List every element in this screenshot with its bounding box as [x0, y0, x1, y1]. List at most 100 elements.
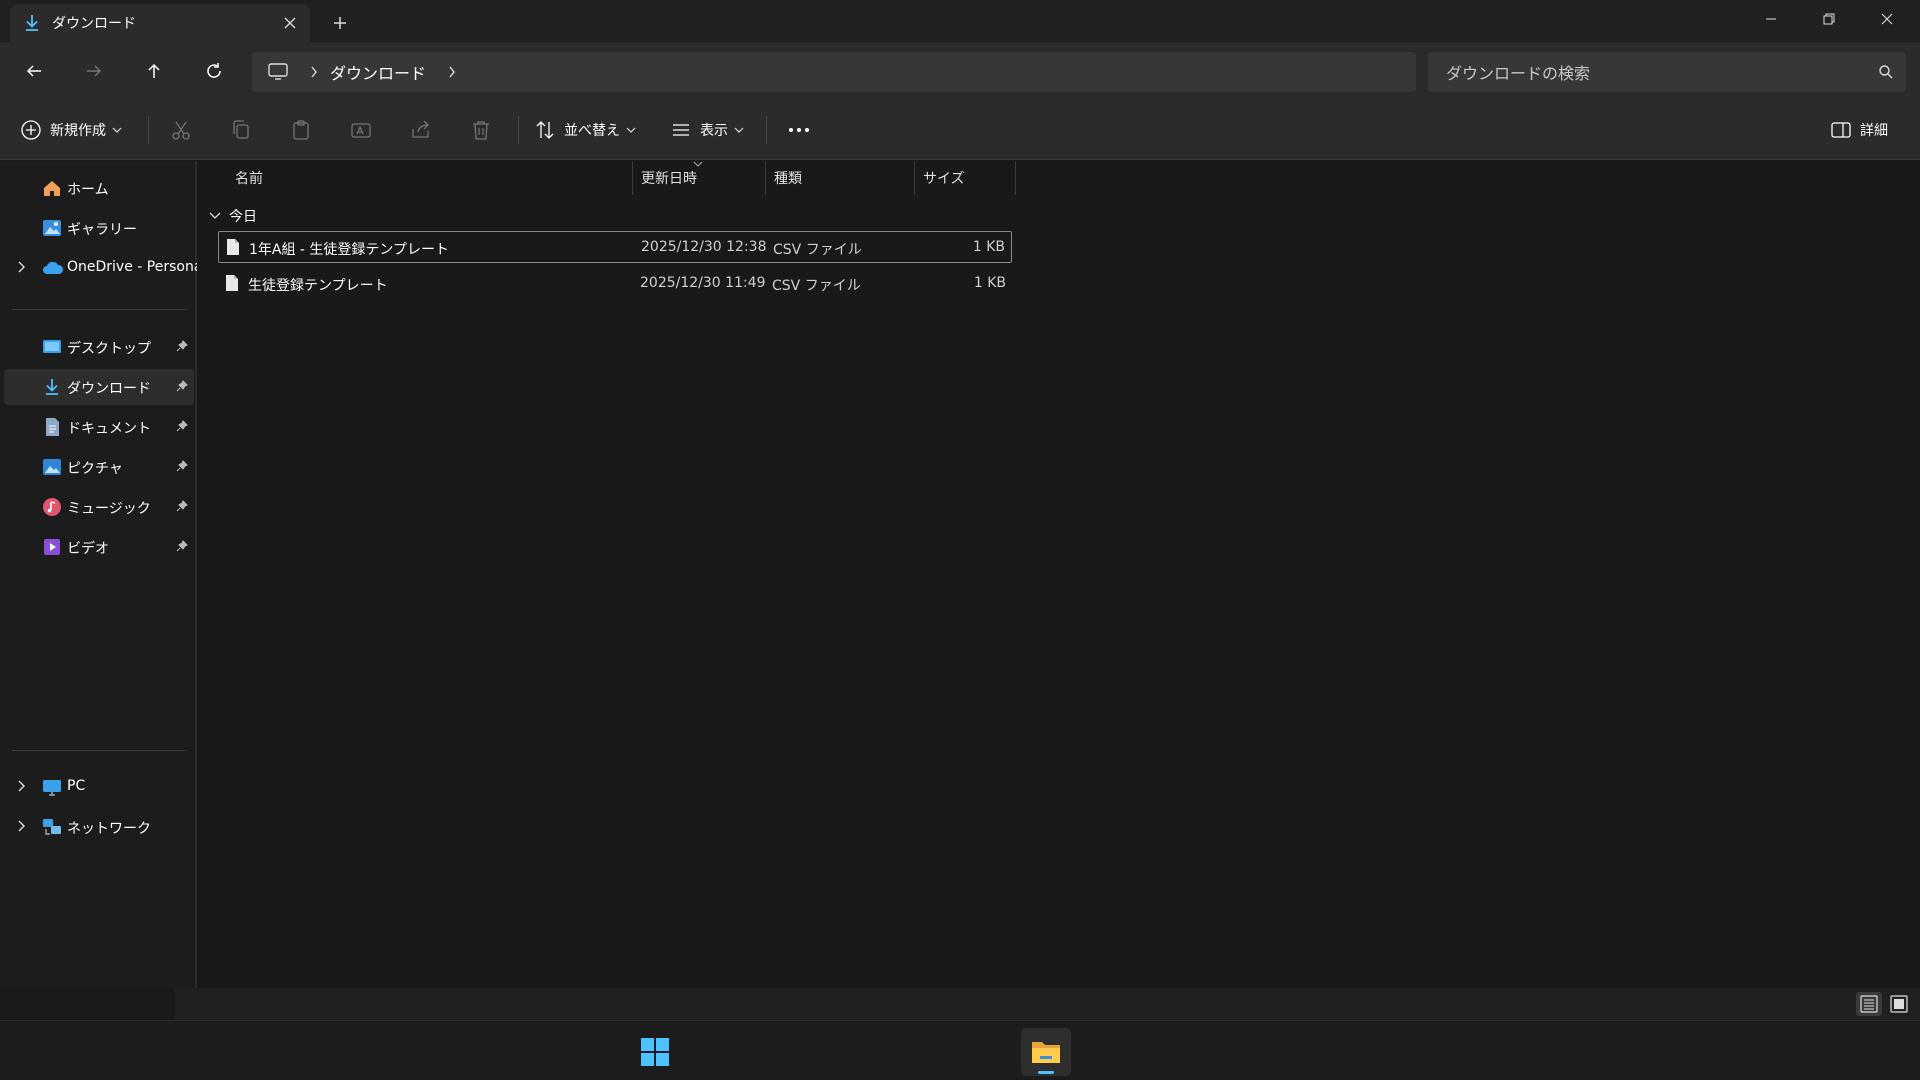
search-icon[interactable]	[1866, 64, 1906, 80]
pin-icon[interactable]	[176, 340, 188, 352]
start-button[interactable]	[630, 1028, 680, 1076]
sidebar-divider	[12, 309, 186, 310]
table-row[interactable]: 生徒登録テンプレート 2025/12/30 11:49 CSV ファイル 1 K…	[218, 268, 1012, 300]
sort-icon	[536, 121, 554, 139]
sidebar-item-pc[interactable]: PC	[4, 769, 194, 805]
tab-downloads[interactable]: ダウンロード	[10, 4, 310, 42]
close-icon	[1881, 13, 1893, 25]
search-input[interactable]: ダウンロードの検索	[1428, 52, 1906, 92]
new-button[interactable]: 新規作成	[20, 112, 122, 148]
file-name: 1年A組 - 生徒登録テンプレート	[249, 242, 450, 258]
tiles-view-button[interactable]	[1886, 992, 1912, 1016]
column-header-label: 名前	[235, 171, 263, 187]
close-tab-button[interactable]	[270, 8, 310, 38]
search-placeholder: ダウンロードの検索	[1446, 64, 1591, 83]
paste-button[interactable]	[290, 112, 312, 148]
home-icon	[42, 178, 62, 198]
file-size: 1 KB	[973, 275, 1006, 291]
desktop-icon	[42, 337, 62, 357]
pin-icon[interactable]	[176, 420, 188, 432]
close-window-button[interactable]	[1858, 0, 1916, 38]
restore-button[interactable]	[1800, 0, 1858, 38]
back-button[interactable]	[14, 54, 54, 88]
sidebar-item-documents[interactable]: ドキュメント	[4, 409, 194, 445]
chevron-down-icon	[209, 212, 221, 219]
column-header-type[interactable]: 種類	[766, 161, 914, 195]
details-pane-label: 詳細	[1860, 123, 1888, 139]
download-icon	[22, 13, 42, 33]
chevron-right-icon[interactable]	[448, 66, 456, 78]
sidebar-item-label: ギャラリー	[67, 222, 137, 238]
file-date: 2025/12/30 12:38	[641, 239, 767, 255]
sidebar-divider	[12, 750, 186, 751]
plus-icon	[334, 17, 346, 29]
sidebar-item-onedrive[interactable]: OneDrive - Personal	[4, 250, 197, 286]
title-bar: ダウンロード	[0, 0, 1920, 42]
monitor-icon[interactable]	[268, 63, 288, 81]
more-options-button[interactable]	[786, 112, 812, 148]
chevron-right-icon[interactable]	[16, 260, 26, 274]
command-divider	[766, 116, 767, 144]
pin-icon[interactable]	[176, 380, 188, 392]
tab-label: ダウンロード	[52, 16, 136, 32]
status-bar-left	[0, 988, 175, 1020]
details-pane-button[interactable]: 詳細	[1830, 112, 1888, 148]
sidebar-item-home[interactable]: ホーム	[4, 170, 194, 206]
paste-icon	[293, 120, 309, 140]
file-icon	[225, 274, 239, 292]
rename-button[interactable]	[350, 112, 372, 148]
refresh-button[interactable]	[194, 54, 234, 88]
sidebar-item-label: ホーム	[67, 182, 109, 198]
view-button[interactable]: 表示	[670, 112, 744, 148]
column-header-label: サイズ	[923, 171, 965, 187]
file-list: 名前 更新日時 種類 サイズ 今日 1年A組 - 生徒登録テンプレート 2025…	[199, 161, 1920, 988]
group-header-today[interactable]: 今日	[209, 203, 257, 229]
sidebar-item-downloads[interactable]: ダウンロード	[4, 369, 194, 405]
share-icon	[412, 120, 429, 138]
sort-button[interactable]: 並べ替え	[534, 112, 636, 148]
delete-button[interactable]	[470, 112, 492, 148]
sidebar-item-label: ネットワーク	[67, 821, 151, 837]
cut-icon	[172, 121, 190, 140]
details-view-icon	[1860, 995, 1878, 1013]
column-header-name[interactable]: 名前	[227, 161, 631, 195]
breadcrumb-downloads[interactable]: ダウンロード	[330, 60, 426, 84]
minimize-button[interactable]	[1742, 0, 1800, 38]
sidebar-item-network[interactable]: ネットワーク	[4, 809, 194, 845]
cut-button[interactable]	[170, 112, 192, 148]
file-type: CSV ファイル	[773, 242, 862, 258]
sidebar-item-music[interactable]: ミュージック	[4, 489, 194, 525]
column-header-date[interactable]: 更新日時	[633, 161, 765, 195]
pin-icon[interactable]	[176, 540, 188, 552]
taskbar	[0, 1020, 1920, 1080]
sidebar-item-pictures[interactable]: ピクチャ	[4, 449, 194, 485]
pin-icon[interactable]	[176, 460, 188, 472]
taskbar-file-explorer[interactable]	[1021, 1028, 1071, 1076]
column-header-label: 種類	[774, 171, 802, 187]
chevron-right-icon[interactable]	[16, 819, 26, 833]
gallery-icon	[42, 218, 62, 238]
column-header-size[interactable]: サイズ	[915, 161, 1015, 195]
documents-icon	[42, 417, 62, 437]
file-date: 2025/12/30 11:49	[640, 275, 766, 291]
forward-button[interactable]	[74, 54, 114, 88]
address-bar[interactable]: ダウンロード	[252, 52, 1416, 92]
trash-icon	[473, 121, 489, 140]
new-tab-button[interactable]	[322, 8, 358, 38]
arrow-right-icon	[87, 65, 102, 77]
copy-button[interactable]	[230, 112, 252, 148]
table-row[interactable]: 1年A組 - 生徒登録テンプレート 2025/12/30 12:38 CSV フ…	[218, 231, 1012, 263]
sidebar-item-videos[interactable]: ビデオ	[4, 529, 194, 565]
details-view-button[interactable]	[1856, 992, 1882, 1016]
sidebar-item-desktop[interactable]: デスクトップ	[4, 329, 194, 365]
pin-icon[interactable]	[176, 500, 188, 512]
column-resize-handle[interactable]	[1015, 161, 1016, 195]
chevron-right-icon[interactable]	[310, 66, 318, 78]
sort-descending-icon	[693, 161, 703, 167]
onedrive-icon	[42, 258, 64, 278]
sidebar-item-gallery[interactable]: ギャラリー	[4, 210, 194, 246]
chevron-right-icon[interactable]	[16, 779, 26, 793]
share-button[interactable]	[410, 112, 432, 148]
command-divider	[148, 116, 149, 144]
up-button[interactable]	[134, 54, 174, 88]
